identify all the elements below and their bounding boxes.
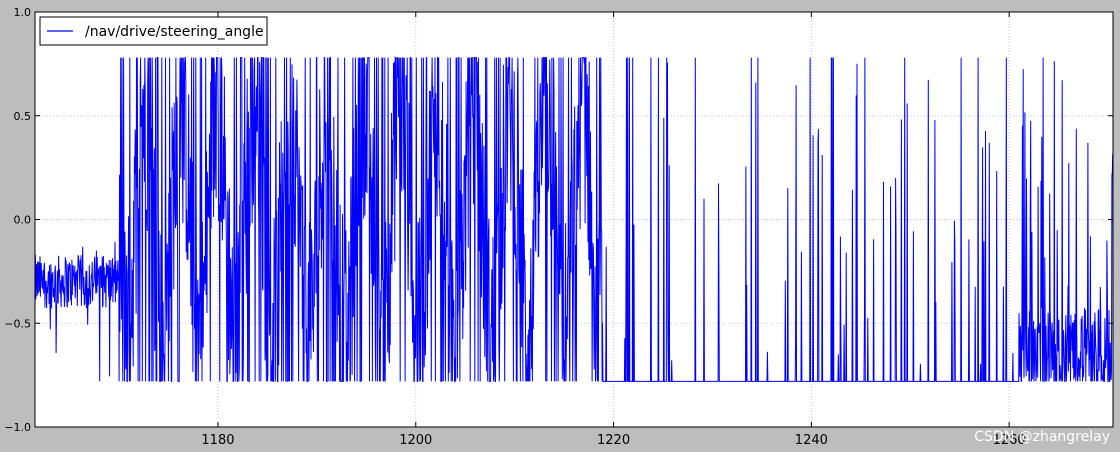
legend: /nav/drive/steering_angle	[39, 16, 268, 46]
watermark-text: CSDN @zhangrelay	[974, 429, 1110, 445]
chart: 1180 1200 1220 1240 12601.00.50.0−0.5−1.0 /n…	[0, 0, 1120, 452]
x-tick-label: 1200	[399, 433, 432, 448]
y-tick-label: 0.5	[14, 110, 32, 123]
y-tick-label: 1.0	[14, 6, 32, 19]
x-tick-label: 1180	[201, 433, 234, 448]
y-tick-label: −1.0	[4, 421, 31, 434]
y-tick-label: 0.0	[14, 214, 32, 227]
y-tick-label: −0.5	[4, 317, 31, 330]
x-tick-label: 1220	[597, 433, 630, 448]
x-tick-label: 1240	[795, 433, 828, 448]
legend-label: /nav/drive/steering_angle	[85, 24, 264, 40]
